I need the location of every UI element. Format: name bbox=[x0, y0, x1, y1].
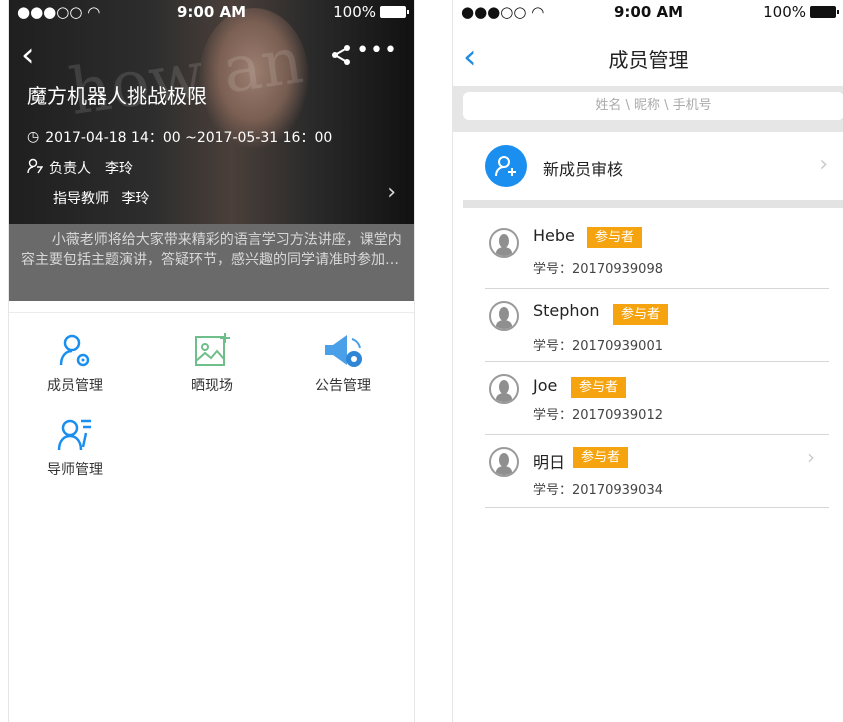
nav-bar: ‹ 成员管理 bbox=[453, 22, 843, 86]
activity-description: 小薇老师将给大家带来精彩的语言学习方法讲座，课堂内容主要包括主题演讲，答疑环节，… bbox=[9, 224, 414, 301]
student-id: 学号：20170939098 bbox=[533, 262, 663, 277]
member-name: 明日 bbox=[533, 453, 566, 472]
activity-hero: how an ●●●○○ ◠ 9:00 AM 100% ‹ ••• 魔方机器人挑… bbox=[9, 0, 414, 224]
role-badge: 参与者 bbox=[571, 377, 627, 398]
role-badge: 参与者 bbox=[587, 227, 643, 248]
avatar bbox=[489, 301, 519, 331]
battery-icon bbox=[380, 6, 409, 18]
activity-title: 魔方机器人挑战极限 bbox=[27, 84, 207, 108]
activity-owner: 负责人 李玲 bbox=[27, 158, 133, 178]
section-divider bbox=[463, 200, 843, 208]
role-badge: 参与者 bbox=[573, 447, 629, 468]
member-name: Hebe bbox=[533, 226, 575, 245]
member-row[interactable]: Joe 参与者 学号：20170939012 bbox=[485, 362, 829, 435]
member-manage-screen: ●●●○○ ◠ 9:00 AM 100% ‹ 成员管理 姓名 \ 昵称 \ 手机… bbox=[452, 0, 843, 722]
battery-label: 100% bbox=[763, 3, 806, 21]
menu-label: 晒现场 bbox=[191, 378, 233, 394]
menu-mentor-manage[interactable]: 导师管理 bbox=[15, 411, 135, 479]
chevron-right-icon[interactable]: › bbox=[387, 180, 396, 205]
activity-detail-screen: how an ●●●○○ ◠ 9:00 AM 100% ‹ ••• 魔方机器人挑… bbox=[8, 0, 415, 722]
menu-member-manage[interactable]: 成员管理 bbox=[15, 327, 135, 395]
avatar bbox=[489, 228, 519, 258]
mentor-name: 李玲 bbox=[121, 191, 150, 207]
back-button[interactable]: ‹ bbox=[21, 38, 35, 72]
owner-name: 李玲 bbox=[105, 161, 133, 177]
student-id: 学号：20170939001 bbox=[533, 339, 663, 354]
battery-label: 100% bbox=[333, 3, 376, 21]
member-row[interactable]: Hebe 参与者 学号：20170939098 bbox=[485, 216, 829, 289]
clock-icon: ◷ bbox=[27, 129, 40, 145]
chevron-right-icon: › bbox=[819, 152, 828, 177]
menu-announcement-manage[interactable]: 公告管理 bbox=[283, 327, 403, 395]
avatar bbox=[489, 447, 519, 477]
student-id: 学号：20170939012 bbox=[533, 408, 663, 423]
owner-label: 负责人 bbox=[49, 161, 91, 177]
photo-add-icon bbox=[152, 327, 272, 371]
new-member-review-row[interactable]: 新成员审核 › bbox=[453, 132, 843, 200]
function-menu: 成员管理 晒现场 公告管理 导师管理 bbox=[9, 312, 414, 478]
share-icon[interactable] bbox=[330, 44, 352, 72]
role-badge: 参与者 bbox=[613, 304, 669, 325]
more-icon[interactable]: ••• bbox=[356, 38, 398, 63]
member-name: Stephon bbox=[533, 301, 600, 320]
add-user-icon bbox=[485, 145, 527, 187]
announcement-icon bbox=[283, 327, 403, 371]
chevron-right-icon: › bbox=[807, 445, 815, 469]
status-bar: ●●●○○ ◠ 9:00 AM 100% bbox=[9, 0, 414, 22]
mentor-label: 指导教师 bbox=[53, 191, 109, 207]
menu-label: 成员管理 bbox=[47, 378, 103, 394]
menu-label: 公告管理 bbox=[315, 378, 371, 394]
activity-time: ◷ 2017-04-18 14：00 ~2017-05-31 16：00 bbox=[27, 127, 332, 147]
review-label: 新成员审核 bbox=[543, 160, 624, 179]
search-input[interactable]: 姓名 \ 昵称 \ 手机号 bbox=[463, 92, 843, 120]
member-manage-icon bbox=[15, 327, 135, 371]
student-id: 学号：20170939034 bbox=[533, 483, 663, 498]
menu-photo-share[interactable]: 晒现场 bbox=[152, 327, 272, 395]
battery-icon bbox=[810, 6, 839, 18]
page-title: 成员管理 bbox=[608, 48, 689, 72]
member-row[interactable]: Stephon 参与者 学号：20170939001 bbox=[485, 289, 829, 362]
status-bar: ●●●○○ ◠ 9:00 AM 100% bbox=[453, 0, 843, 22]
activity-mentor: 指导教师 李玲 bbox=[53, 188, 149, 208]
member-row[interactable]: 明日 参与者 学号：20170939034 › bbox=[485, 435, 829, 508]
search-bar: 姓名 \ 昵称 \ 手机号 bbox=[453, 86, 843, 132]
menu-label: 导师管理 bbox=[47, 462, 103, 478]
mentor-manage-icon bbox=[15, 411, 135, 455]
member-name: Joe bbox=[533, 376, 558, 395]
avatar bbox=[489, 374, 519, 404]
person-icon bbox=[27, 158, 44, 178]
activity-time-text: 2017-04-18 14：00 ~2017-05-31 16：00 bbox=[45, 130, 333, 146]
